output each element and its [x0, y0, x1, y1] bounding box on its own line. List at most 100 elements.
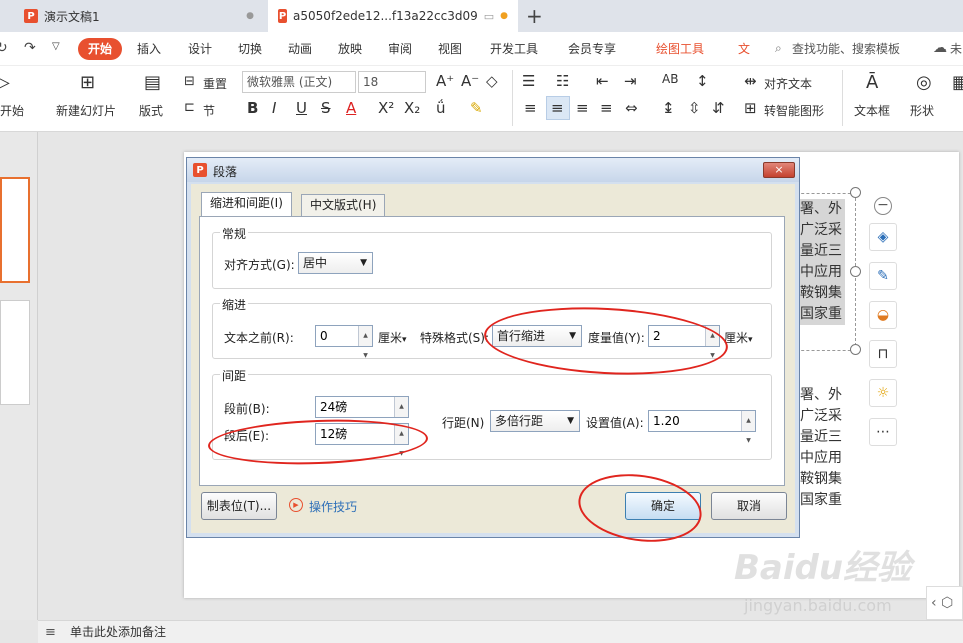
- cloud-icon[interactable]: ☁: [933, 40, 947, 56]
- resize-handle[interactable]: [850, 266, 861, 277]
- tab-indent-spacing[interactable]: 缩进和间距(I): [201, 192, 292, 216]
- layers-icon[interactable]: ◈: [869, 223, 897, 251]
- layout-button[interactable]: 版式: [139, 102, 163, 119]
- idea-bulb-icon[interactable]: ☼: [869, 379, 897, 407]
- alignment-select[interactable]: 居中 ▼: [298, 252, 373, 274]
- phonetic-icon[interactable]: ǘ: [436, 99, 446, 117]
- slide-thumbnail-2[interactable]: [0, 300, 30, 405]
- spinner-icon[interactable]: ▲▼: [358, 326, 372, 359]
- menu-developer[interactable]: 开发工具: [490, 32, 538, 66]
- set-value-input[interactable]: 1.20 ▲ ▼: [648, 410, 756, 444]
- font-name-select[interactable]: 微软雅黑 (正文): [242, 71, 356, 93]
- smartart-icon[interactable]: ⊞: [744, 99, 757, 117]
- search-box[interactable]: 查找功能、搜索模板: [792, 32, 900, 66]
- dialog-close-button[interactable]: ×: [763, 162, 795, 178]
- align-text-icon[interactable]: ⇹: [744, 72, 757, 90]
- subscript-icon[interactable]: X₂: [404, 99, 420, 117]
- decrease-indent-icon[interactable]: ⇤: [596, 72, 609, 90]
- menu-view[interactable]: 视图: [438, 32, 462, 66]
- new-tab-plus-icon[interactable]: +: [526, 4, 543, 28]
- font-shrink-icon[interactable]: A⁻: [461, 72, 479, 90]
- convert-smartart-button[interactable]: 转智能图形: [764, 102, 824, 119]
- layout-icon[interactable]: ▤: [144, 72, 161, 93]
- spinner-icon[interactable]: ▲▼: [394, 397, 408, 430]
- notes-bar[interactable]: 单击此处添加备注: [38, 620, 963, 643]
- menu-insert[interactable]: 插入: [137, 32, 161, 66]
- more-icon[interactable]: ▦: [952, 72, 963, 93]
- dialog-titlebar[interactable]: P 段落 ×: [187, 158, 799, 182]
- align-right-icon[interactable]: ≡: [576, 99, 589, 117]
- tab-chinese-layout[interactable]: 中文版式(H): [301, 194, 386, 216]
- menu-transition[interactable]: 切换: [238, 32, 262, 66]
- align-text-button[interactable]: 对齐文本: [764, 75, 812, 92]
- cancel-button[interactable]: 取消: [711, 492, 787, 520]
- redo-icon[interactable]: ↻: [0, 40, 8, 56]
- strikethrough-icon[interactable]: S: [321, 99, 331, 117]
- new-slide-icon[interactable]: ⊞: [80, 72, 95, 93]
- menu-animation[interactable]: 动画: [288, 32, 312, 66]
- menu-review[interactable]: 审阅: [388, 32, 412, 66]
- highlight-icon[interactable]: ✎: [470, 99, 483, 117]
- tab-document-1[interactable]: P 演示文稿1 ●: [14, 0, 264, 32]
- text-box-icon[interactable]: Ā: [866, 72, 878, 93]
- sort-icon[interactable]: ↕: [696, 72, 709, 90]
- font-size-select[interactable]: 18: [358, 71, 426, 93]
- superscript-icon[interactable]: X²: [378, 99, 394, 117]
- align-center-icon[interactable]: ≡: [551, 99, 564, 117]
- paragraph-spacing-icon[interactable]: ⇳: [688, 99, 701, 117]
- italic-icon[interactable]: I: [272, 99, 276, 117]
- clear-format-icon[interactable]: ◇: [486, 72, 498, 90]
- shape-icon[interactable]: ◎: [916, 72, 932, 93]
- play-from-start-label[interactable]: 开始: [0, 102, 24, 119]
- distribute-icon[interactable]: ⇔: [625, 99, 638, 117]
- before-text-input[interactable]: 0 ▲ ▼: [315, 325, 373, 359]
- customize-dropdown-icon[interactable]: ▽: [52, 41, 60, 52]
- menu-text-tools-partial[interactable]: 文: [738, 32, 750, 66]
- section-icon[interactable]: ⊏: [184, 100, 195, 115]
- more-options-icon[interactable]: ⋯: [869, 418, 897, 446]
- increase-indent-icon[interactable]: ⇥: [624, 72, 637, 90]
- slide-thumbnail-1[interactable]: [0, 177, 30, 283]
- bold-icon[interactable]: B: [247, 99, 258, 117]
- reset-icon[interactable]: ⊟: [184, 74, 195, 89]
- menu-home[interactable]: 开始: [78, 38, 122, 60]
- line-spacing-select[interactable]: 多倍行距 ▼: [490, 410, 580, 432]
- tab-document-2[interactable]: P a5050f2ede12...f13a22cc3d09 ▭ ●: [268, 0, 518, 32]
- resize-handle[interactable]: [850, 344, 861, 355]
- align-left-icon[interactable]: ≡: [524, 99, 537, 117]
- font-color-icon[interactable]: A: [346, 99, 356, 117]
- numbering-icon[interactable]: ☷: [556, 72, 569, 90]
- menu-slideshow[interactable]: 放映: [338, 32, 362, 66]
- resize-handle[interactable]: [850, 187, 861, 198]
- measure-unit[interactable]: 厘米▾: [724, 329, 753, 346]
- shape-button[interactable]: 形状: [910, 102, 934, 119]
- text-direction-icon[interactable]: AB: [662, 72, 678, 86]
- reset-button[interactable]: 重置: [203, 75, 227, 92]
- menu-member[interactable]: 会员专享: [568, 32, 616, 66]
- collapse-minus-icon[interactable]: −: [874, 197, 892, 215]
- indent-unit[interactable]: 厘米▾: [378, 329, 407, 346]
- space-before-input[interactable]: 24磅 ▲▼: [315, 396, 409, 430]
- side-panel-toggle-icon[interactable]: ‹ ⬡: [926, 586, 963, 620]
- text-box-button[interactable]: 文本框: [854, 102, 890, 119]
- spinner-icon[interactable]: ▲▼: [741, 411, 755, 444]
- fill-icon[interactable]: ◒: [869, 301, 897, 329]
- slide-text-bottom[interactable]: 署、外 广泛采 量近三 中应用 鞍钢集 国家重: [800, 385, 842, 511]
- slide-text-top[interactable]: 署、外 广泛采 量近三 中应用 鞍钢集 国家重: [800, 199, 842, 325]
- redo-icon[interactable]: ↷: [24, 40, 36, 56]
- tab-close-icon[interactable]: ●: [246, 11, 254, 21]
- underline-icon[interactable]: U: [296, 99, 307, 117]
- outline-icon[interactable]: ⊓: [869, 340, 897, 368]
- bullets-icon[interactable]: ☰: [522, 72, 535, 90]
- section-button[interactable]: 节: [203, 102, 215, 119]
- new-slide-button[interactable]: 新建幻灯片: [56, 102, 116, 119]
- menu-drawing-tools[interactable]: 绘图工具: [656, 32, 704, 66]
- play-icon[interactable]: ▷: [0, 72, 10, 93]
- pen-icon[interactable]: ✎: [869, 262, 897, 290]
- tips-link[interactable]: 操作技巧: [309, 498, 357, 515]
- menu-design[interactable]: 设计: [188, 32, 212, 66]
- line-spacing-icon[interactable]: ↨: [662, 99, 675, 117]
- justify-icon[interactable]: ≡: [600, 99, 613, 117]
- columns-icon[interactable]: ⇵: [712, 99, 725, 117]
- tab-stops-button[interactable]: 制表位(T)...: [201, 492, 277, 520]
